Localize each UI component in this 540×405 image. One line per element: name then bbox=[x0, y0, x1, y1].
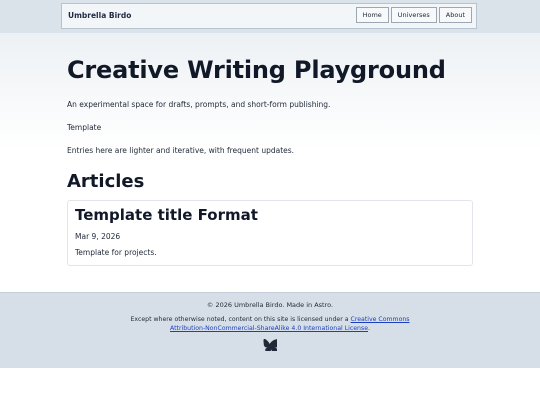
page-bottom-blank bbox=[0, 368, 540, 405]
nav-universes-button[interactable]: Universes bbox=[390, 7, 437, 23]
intro-text: An experimental space for drafts, prompt… bbox=[67, 100, 331, 109]
article-card[interactable]: Template title Format Mar 9, 2026 Templa… bbox=[67, 200, 473, 266]
page-title: Creative Writing Playground bbox=[67, 56, 446, 84]
license-link-cc[interactable]: Creative Commons bbox=[351, 316, 410, 323]
license-suffix: . bbox=[368, 325, 370, 332]
site-footer: © 2026 Umbrella Birdo. Made in Astro. Ex… bbox=[0, 292, 540, 369]
article-date: Mar 9, 2026 bbox=[75, 232, 121, 241]
article-description: Template for projects. bbox=[75, 248, 157, 257]
footer-license: Except where otherwise noted, content on… bbox=[0, 315, 540, 333]
template-label: Template bbox=[67, 123, 102, 132]
footer-copyright: © 2026 Umbrella Birdo. Made in Astro. bbox=[206, 301, 334, 309]
site-brand[interactable]: Umbrella Birdo bbox=[68, 11, 131, 20]
nav-links: Home Universes About bbox=[355, 7, 472, 23]
bluesky-butterfly-icon[interactable] bbox=[263, 339, 277, 351]
note-text: Entries here are lighter and iterative, … bbox=[67, 146, 295, 155]
site-header: Umbrella Birdo Home Universes About bbox=[0, 0, 540, 34]
license-link-terms[interactable]: Attribution-NonCommercial-ShareAlike 4.0… bbox=[170, 325, 368, 332]
nav-about-button[interactable]: About bbox=[438, 7, 472, 23]
nav-home-button[interactable]: Home bbox=[355, 7, 389, 23]
article-title[interactable]: Template title Format bbox=[75, 206, 258, 224]
articles-heading: Articles bbox=[67, 171, 145, 192]
navbar: Umbrella Birdo Home Universes About bbox=[61, 3, 477, 29]
license-prefix: Except where otherwise noted, content on… bbox=[130, 316, 351, 323]
main-content: Creative Writing Playground An experimen… bbox=[0, 33, 540, 292]
